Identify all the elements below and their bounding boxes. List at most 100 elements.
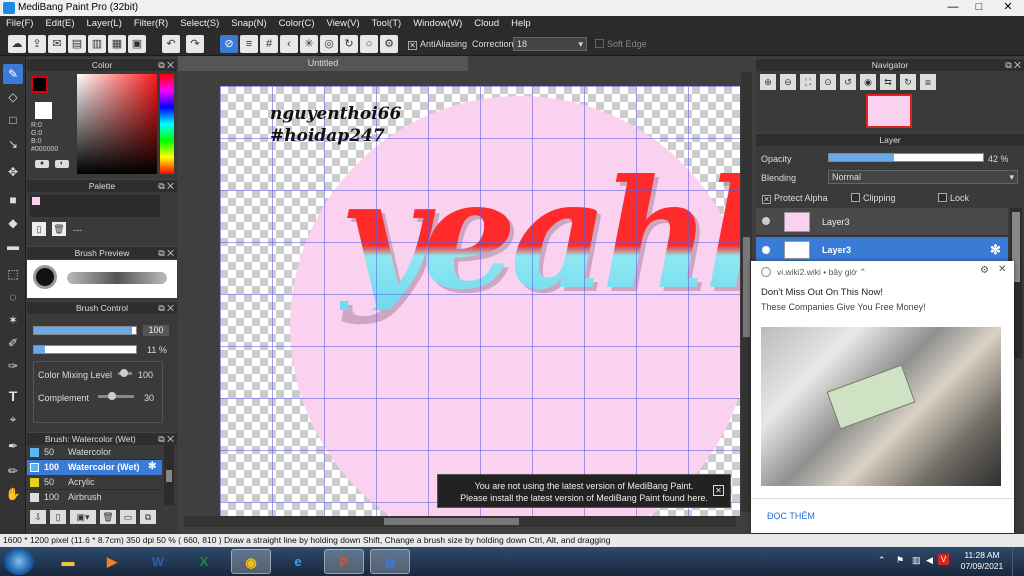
curve-snap-icon[interactable]: ↻ [340, 35, 358, 53]
background-color-swatch[interactable] [35, 102, 52, 119]
panel-close-icon[interactable]: ⧉ ✕ [158, 59, 174, 72]
menu-layer[interactable]: Layer(L) [81, 16, 128, 32]
reset-rotation-icon[interactable]: ◉ [860, 74, 876, 90]
swap-icon[interactable]: ◐ [55, 160, 69, 168]
palette-swatch[interactable] [32, 197, 40, 205]
brush-list-scrollbar[interactable] [164, 445, 174, 505]
stroke-tool-icon[interactable]: ↘ [3, 134, 23, 154]
move-tool-icon[interactable]: ✥ [3, 162, 23, 182]
clipping-checkbox[interactable]: Clipping [851, 193, 896, 203]
grid-doc-icon[interactable]: ▦ [108, 35, 126, 53]
gear-icon[interactable]: ⚙ [980, 265, 989, 276]
excel-icon[interactable]: X [184, 549, 224, 574]
document-icon[interactable]: ▥ [88, 35, 106, 53]
medibang-icon[interactable]: ◍ [370, 549, 410, 574]
menu-color[interactable]: Color(C) [273, 16, 321, 32]
actual-size-icon[interactable]: ⊙ [820, 74, 836, 90]
panel-close-icon[interactable]: ⧉ ✕ [158, 302, 174, 315]
text-tool-icon[interactable]: T [3, 386, 23, 406]
snap-off-icon[interactable]: ⊘ [220, 35, 238, 53]
saturation-value-picker[interactable] [77, 74, 157, 174]
operation-tool-icon[interactable]: ⌖ [3, 409, 23, 429]
cross-snap-icon[interactable]: # [260, 35, 278, 53]
menu-select[interactable]: Select(S) [174, 16, 225, 32]
menu-filter[interactable]: Filter(R) [128, 16, 174, 32]
blending-select[interactable]: Normal ▾ [828, 170, 1018, 184]
brush-tool-icon[interactable]: ✎ [3, 64, 23, 84]
menu-cloud[interactable]: Cloud [468, 16, 505, 32]
zoom-out-icon[interactable]: ⊖ [780, 74, 796, 90]
add-brush-icon[interactable]: ▣▾ [70, 510, 96, 524]
media-player-icon[interactable]: ▶ [92, 549, 132, 574]
eye-icon[interactable] [762, 246, 770, 254]
tab-untitled[interactable]: Untitled [178, 56, 468, 71]
powerpoint-icon[interactable]: P [324, 549, 364, 574]
brush-opacity-slider[interactable] [33, 345, 137, 354]
correction-select[interactable]: 18 ▾ [513, 37, 587, 51]
word-icon[interactable]: W [138, 549, 178, 574]
eye-icon[interactable] [762, 217, 770, 225]
tray-chevron-icon[interactable]: ⌃ [878, 555, 886, 566]
brush-list-item[interactable]: 50 Acrylic [27, 475, 162, 490]
close-icon[interactable]: ✕ [998, 264, 1006, 275]
soft-edge-checkbox[interactable]: Soft Edge [595, 39, 647, 49]
rotate-left-icon[interactable]: ↺ [840, 74, 856, 90]
gear-icon[interactable]: ✻ [148, 461, 156, 472]
menu-tool[interactable]: Tool(T) [366, 16, 408, 32]
color-mixing-slider[interactable] [118, 369, 132, 377]
menu-view[interactable]: View(V) [321, 16, 366, 32]
export-icon[interactable]: ▣ [128, 35, 146, 53]
flag-icon[interactable]: ⚑ [896, 555, 904, 566]
trash-icon[interactable]: 🗑 [52, 222, 66, 236]
menu-file[interactable]: File(F) [0, 16, 39, 32]
eraser-tool-icon[interactable]: ◇ [3, 87, 23, 107]
zoom-in-icon[interactable]: ⊕ [760, 74, 776, 90]
menu-snap[interactable]: Snap(N) [225, 16, 272, 32]
hue-slider[interactable] [160, 74, 174, 174]
close-icon[interactable]: ✕ [713, 485, 724, 496]
complement-slider[interactable] [98, 392, 134, 400]
brush-list-item[interactable]: 50 Watercolor [27, 445, 162, 460]
eyedropper-tool-icon[interactable]: ✒ [3, 436, 23, 456]
duplicate-icon[interactable]: ⧉ [140, 510, 156, 524]
new-brush-icon[interactable]: ▯ [50, 510, 66, 524]
cloud-download-icon[interactable]: ⇩ [30, 510, 46, 524]
folder-icon[interactable]: ▭ [120, 510, 136, 524]
gear-icon[interactable]: ⚙ [380, 35, 398, 53]
undo-icon[interactable]: ↶ [162, 35, 180, 53]
vanishing-snap-icon[interactable]: ‹ [280, 35, 298, 53]
lasso-tool-icon[interactable]: ◌ [3, 287, 23, 307]
navigator-thumbnail[interactable] [866, 94, 912, 128]
menu-help[interactable]: Help [505, 16, 537, 32]
menu-edit[interactable]: Edit(E) [39, 16, 80, 32]
magic-wand-tool-icon[interactable]: ✶ [3, 310, 23, 330]
chrome-icon[interactable]: ◉ [231, 549, 271, 574]
rotate-right-icon[interactable]: ↻ [900, 74, 916, 90]
brush-size-slider[interactable] [33, 326, 137, 335]
eyedropper-icon[interactable]: ● [35, 160, 49, 168]
canvas-horizontal-scrollbar[interactable] [184, 516, 736, 527]
dot-tool-icon[interactable]: □ [3, 110, 23, 130]
panel-close-icon[interactable]: ⧉ ✕ [158, 180, 174, 193]
parallel-snap-icon[interactable]: ≡ [240, 35, 258, 53]
lock-checkbox[interactable]: Lock [938, 193, 969, 203]
new-palette-icon[interactable]: ▯ [32, 222, 46, 236]
panel-close-icon[interactable]: ⧉ ✕ [158, 247, 174, 260]
share-icon[interactable]: ⇪ [28, 35, 46, 53]
protect-alpha-checkbox[interactable]: ✕ Protect Alpha [762, 193, 828, 204]
hand-tool-icon[interactable]: ✋ [3, 484, 23, 504]
gradient-tool-icon[interactable]: ▬ [3, 236, 23, 256]
brush-list-item-selected[interactable]: 100 Watercolor (Wet) ✻ [27, 460, 162, 475]
flip-icon[interactable]: ⇆ [880, 74, 896, 90]
redo-icon[interactable]: ↷ [186, 35, 204, 53]
mirror-icon[interactable]: ⧈ [920, 74, 936, 90]
clock[interactable]: 11:28 AM 07/09/2021 [958, 550, 1006, 572]
layer-row[interactable]: Layer3 [756, 208, 1008, 236]
fill-rect-tool-icon[interactable]: ■ [3, 190, 23, 210]
layer-row-selected[interactable]: Layer3 ✻ [756, 237, 1008, 263]
update-notice[interactable]: You are not using the latest version of … [437, 474, 731, 508]
maximize-button[interactable]: □ [966, 0, 992, 14]
pen-tool-icon[interactable]: ✏ [3, 461, 23, 481]
page-icon[interactable]: ▤ [68, 35, 86, 53]
start-button[interactable] [4, 548, 34, 575]
